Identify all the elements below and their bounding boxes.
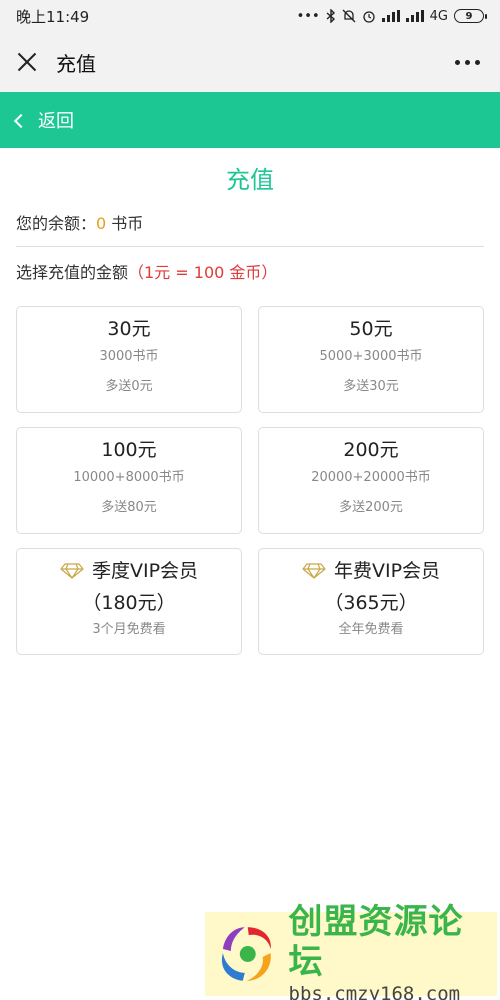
vip-price: （180元）	[82, 592, 176, 614]
vip-price: （365元）	[324, 592, 418, 614]
diamond-icon	[302, 563, 326, 579]
network-type: 4G	[429, 8, 448, 24]
status-bar: 晚上11:49 ••• 4G 9	[0, 0, 500, 32]
alarm-icon	[362, 11, 375, 23]
page-title: 充值	[226, 166, 274, 194]
battery-level: 9	[465, 10, 473, 22]
overflow-dots-icon: •••	[296, 8, 320, 24]
status-time: 晚上11:49	[16, 7, 90, 26]
package-bonus: 多送0元	[105, 379, 153, 394]
signal-icon-2	[405, 10, 424, 22]
more-icon[interactable]	[451, 52, 484, 73]
select-label-text: 选择充值的金额	[16, 263, 129, 282]
package-amount: 100元	[101, 439, 157, 461]
recharge-options: 30元 3000书币 多送0元 50元 5000+3000书币 多送30元 10…	[16, 306, 484, 655]
exchange-rate: （1元 = 100 金币）	[128, 263, 278, 282]
title-bar: 充值	[0, 32, 500, 92]
vip-title-row: 季度VIP会员	[17, 559, 241, 583]
watermark-url: bbs.cmzy168.com	[288, 983, 461, 1000]
watermark-name: 创盟资源论坛	[288, 902, 464, 982]
package-card-100[interactable]: 100元 10000+8000书币 多送80元	[16, 427, 242, 534]
package-card-200[interactable]: 200元 20000+20000书币 多送200元	[258, 427, 484, 534]
package-bonus: 多送30元	[343, 379, 399, 394]
signal-icon	[381, 10, 400, 22]
balance-row: 您的余额：0 书币	[16, 210, 143, 234]
package-card-30[interactable]: 30元 3000书币 多送0元	[16, 306, 242, 413]
back-button[interactable]: 返回	[13, 107, 74, 133]
vip-card-annual[interactable]: 年费VIP会员 （365元） 全年免费看	[258, 548, 484, 655]
package-coins: 3000书币	[99, 349, 159, 364]
package-amount: 200元	[343, 439, 399, 461]
divider	[16, 246, 484, 247]
package-coins: 10000+8000书币	[73, 470, 185, 485]
select-amount-label: 选择充值的金额（1元 = 100 金币）	[16, 259, 277, 283]
package-amount: 50元	[349, 318, 393, 340]
package-card-50[interactable]: 50元 5000+3000书币 多送30元	[258, 306, 484, 413]
package-amount: 30元	[107, 318, 151, 340]
package-coins: 20000+20000书币	[311, 470, 431, 485]
balance-value: 0	[96, 214, 107, 233]
vip-desc: 全年免费看	[338, 622, 404, 637]
window-title: 充值	[56, 51, 96, 76]
back-label: 返回	[38, 111, 74, 132]
close-icon[interactable]	[16, 51, 38, 73]
forum-logo-icon	[221, 927, 271, 981]
balance-unit: 书币	[106, 214, 144, 233]
vip-title-row: 年费VIP会员	[259, 559, 483, 583]
mute-bell-icon	[342, 9, 356, 23]
package-bonus: 多送80元	[101, 500, 157, 515]
vip-desc: 3个月免费看	[92, 622, 166, 637]
balance-prefix: 您的余额：	[16, 214, 97, 233]
vip-title: 年费VIP会员	[333, 560, 441, 582]
status-icons: ••• 4G 9	[296, 8, 487, 24]
nav-header: 返回	[0, 92, 500, 148]
back-chevron-icon	[13, 113, 29, 128]
bluetooth-icon	[326, 9, 335, 23]
package-bonus: 多送200元	[339, 500, 403, 515]
package-coins: 5000+3000书币	[319, 349, 423, 364]
battery-icon: 9	[454, 9, 487, 23]
diamond-icon	[60, 563, 84, 579]
watermark: 创盟资源论坛 bbs.cmzy168.com	[205, 902, 497, 1000]
vip-card-quarterly[interactable]: 季度VIP会员 （180元） 3个月免费看	[16, 548, 242, 655]
vip-title: 季度VIP会员	[91, 560, 199, 582]
